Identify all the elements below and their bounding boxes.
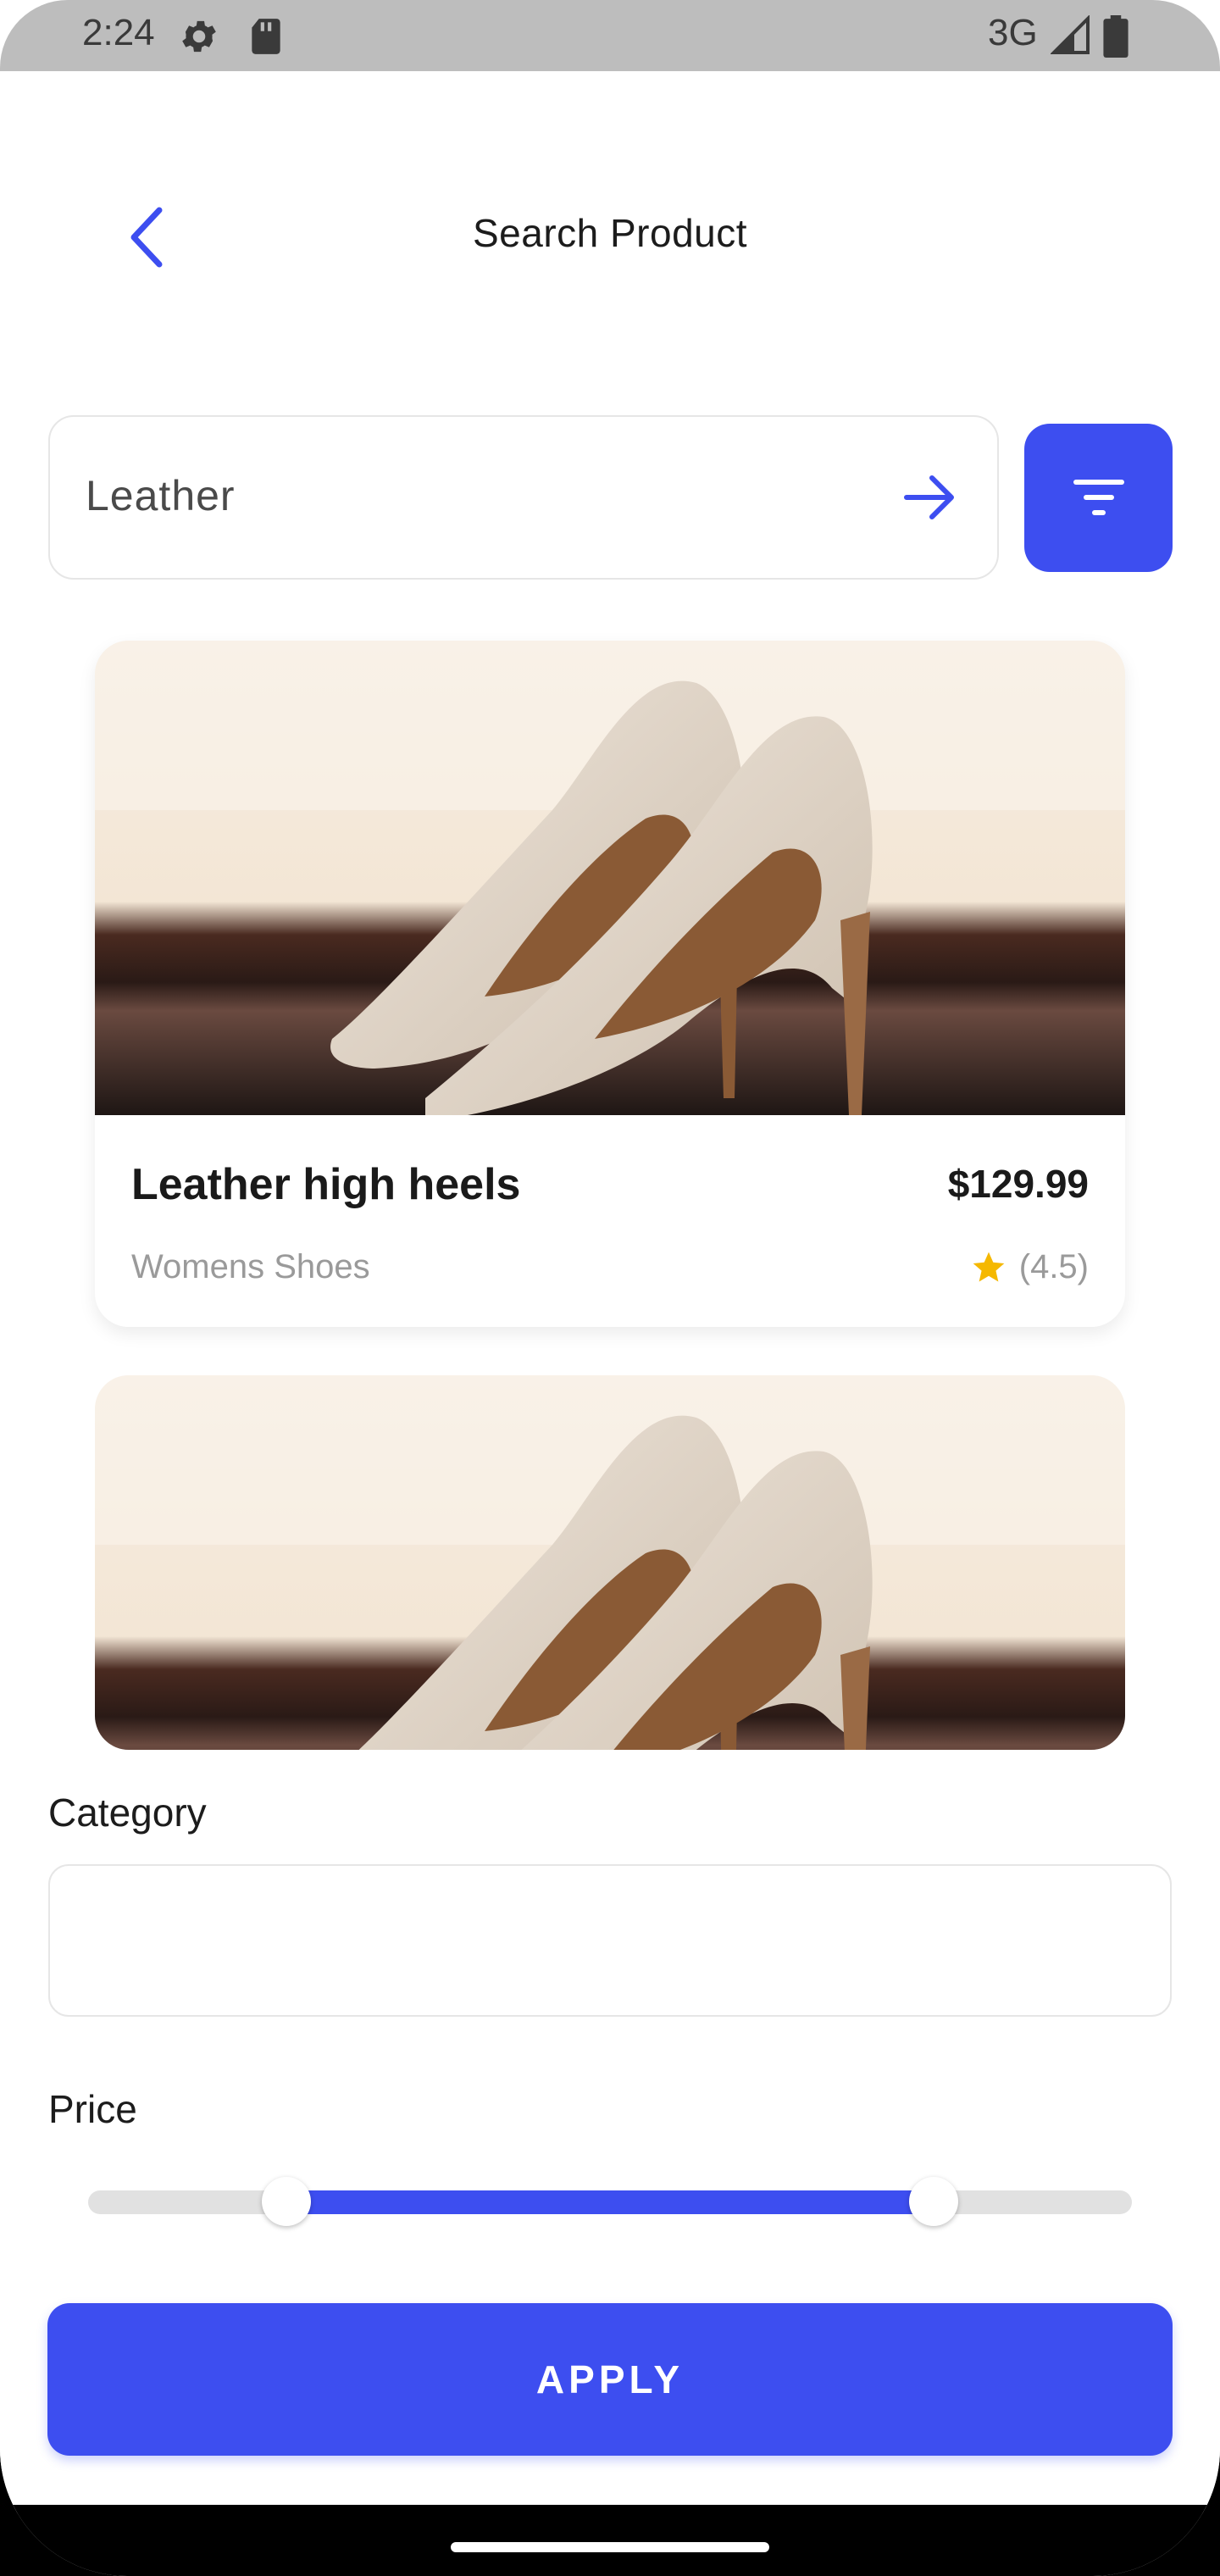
- price-label: Price: [48, 2087, 137, 2131]
- arrow-right-icon[interactable]: [900, 468, 959, 527]
- category-field[interactable]: [48, 1864, 1172, 2017]
- status-time: 2:24: [82, 12, 155, 53]
- status-bar: 2:24 3G: [0, 0, 1220, 71]
- product-card[interactable]: [95, 1375, 1125, 1750]
- app-screen: 2:24 3G Search Product Leather Leather h…: [0, 0, 1220, 2576]
- price-max-handle[interactable]: [908, 2177, 958, 2226]
- apply-button[interactable]: APPLY: [47, 2303, 1173, 2456]
- filter-button[interactable]: [1024, 424, 1173, 572]
- product-category: Womens Shoes: [131, 1248, 370, 1285]
- price-min-handle[interactable]: [262, 2177, 312, 2226]
- home-indicator[interactable]: [451, 2542, 769, 2552]
- battery-icon: [1103, 15, 1128, 58]
- filter-icon: [1073, 480, 1124, 515]
- settings-gear-icon: [182, 20, 216, 53]
- product-price: $129.99: [947, 1162, 1089, 1206]
- product-rating: (4.5): [970, 1248, 1089, 1286]
- navigation-bar: [0, 2505, 1220, 2576]
- search-input[interactable]: Leather: [48, 415, 999, 580]
- rating-value: (4.5): [1018, 1248, 1089, 1285]
- price-range-slider[interactable]: [88, 2190, 1132, 2214]
- network-type: 3G: [988, 12, 1038, 53]
- product-title: Leather high heels: [131, 1160, 521, 1209]
- signal-icon: [1051, 15, 1090, 54]
- page-title: Search Product: [472, 211, 748, 255]
- star-icon: [973, 1252, 1005, 1281]
- price-range-fill: [286, 2190, 934, 2214]
- product-image: [95, 1375, 1125, 1750]
- product-image: [95, 641, 1125, 1115]
- category-label: Category: [48, 1790, 207, 1835]
- sd-card-icon: [252, 19, 280, 54]
- product-card[interactable]: Leather high heels $129.99 Womens Shoes …: [95, 641, 1125, 1327]
- search-value[interactable]: Leather: [86, 471, 236, 520]
